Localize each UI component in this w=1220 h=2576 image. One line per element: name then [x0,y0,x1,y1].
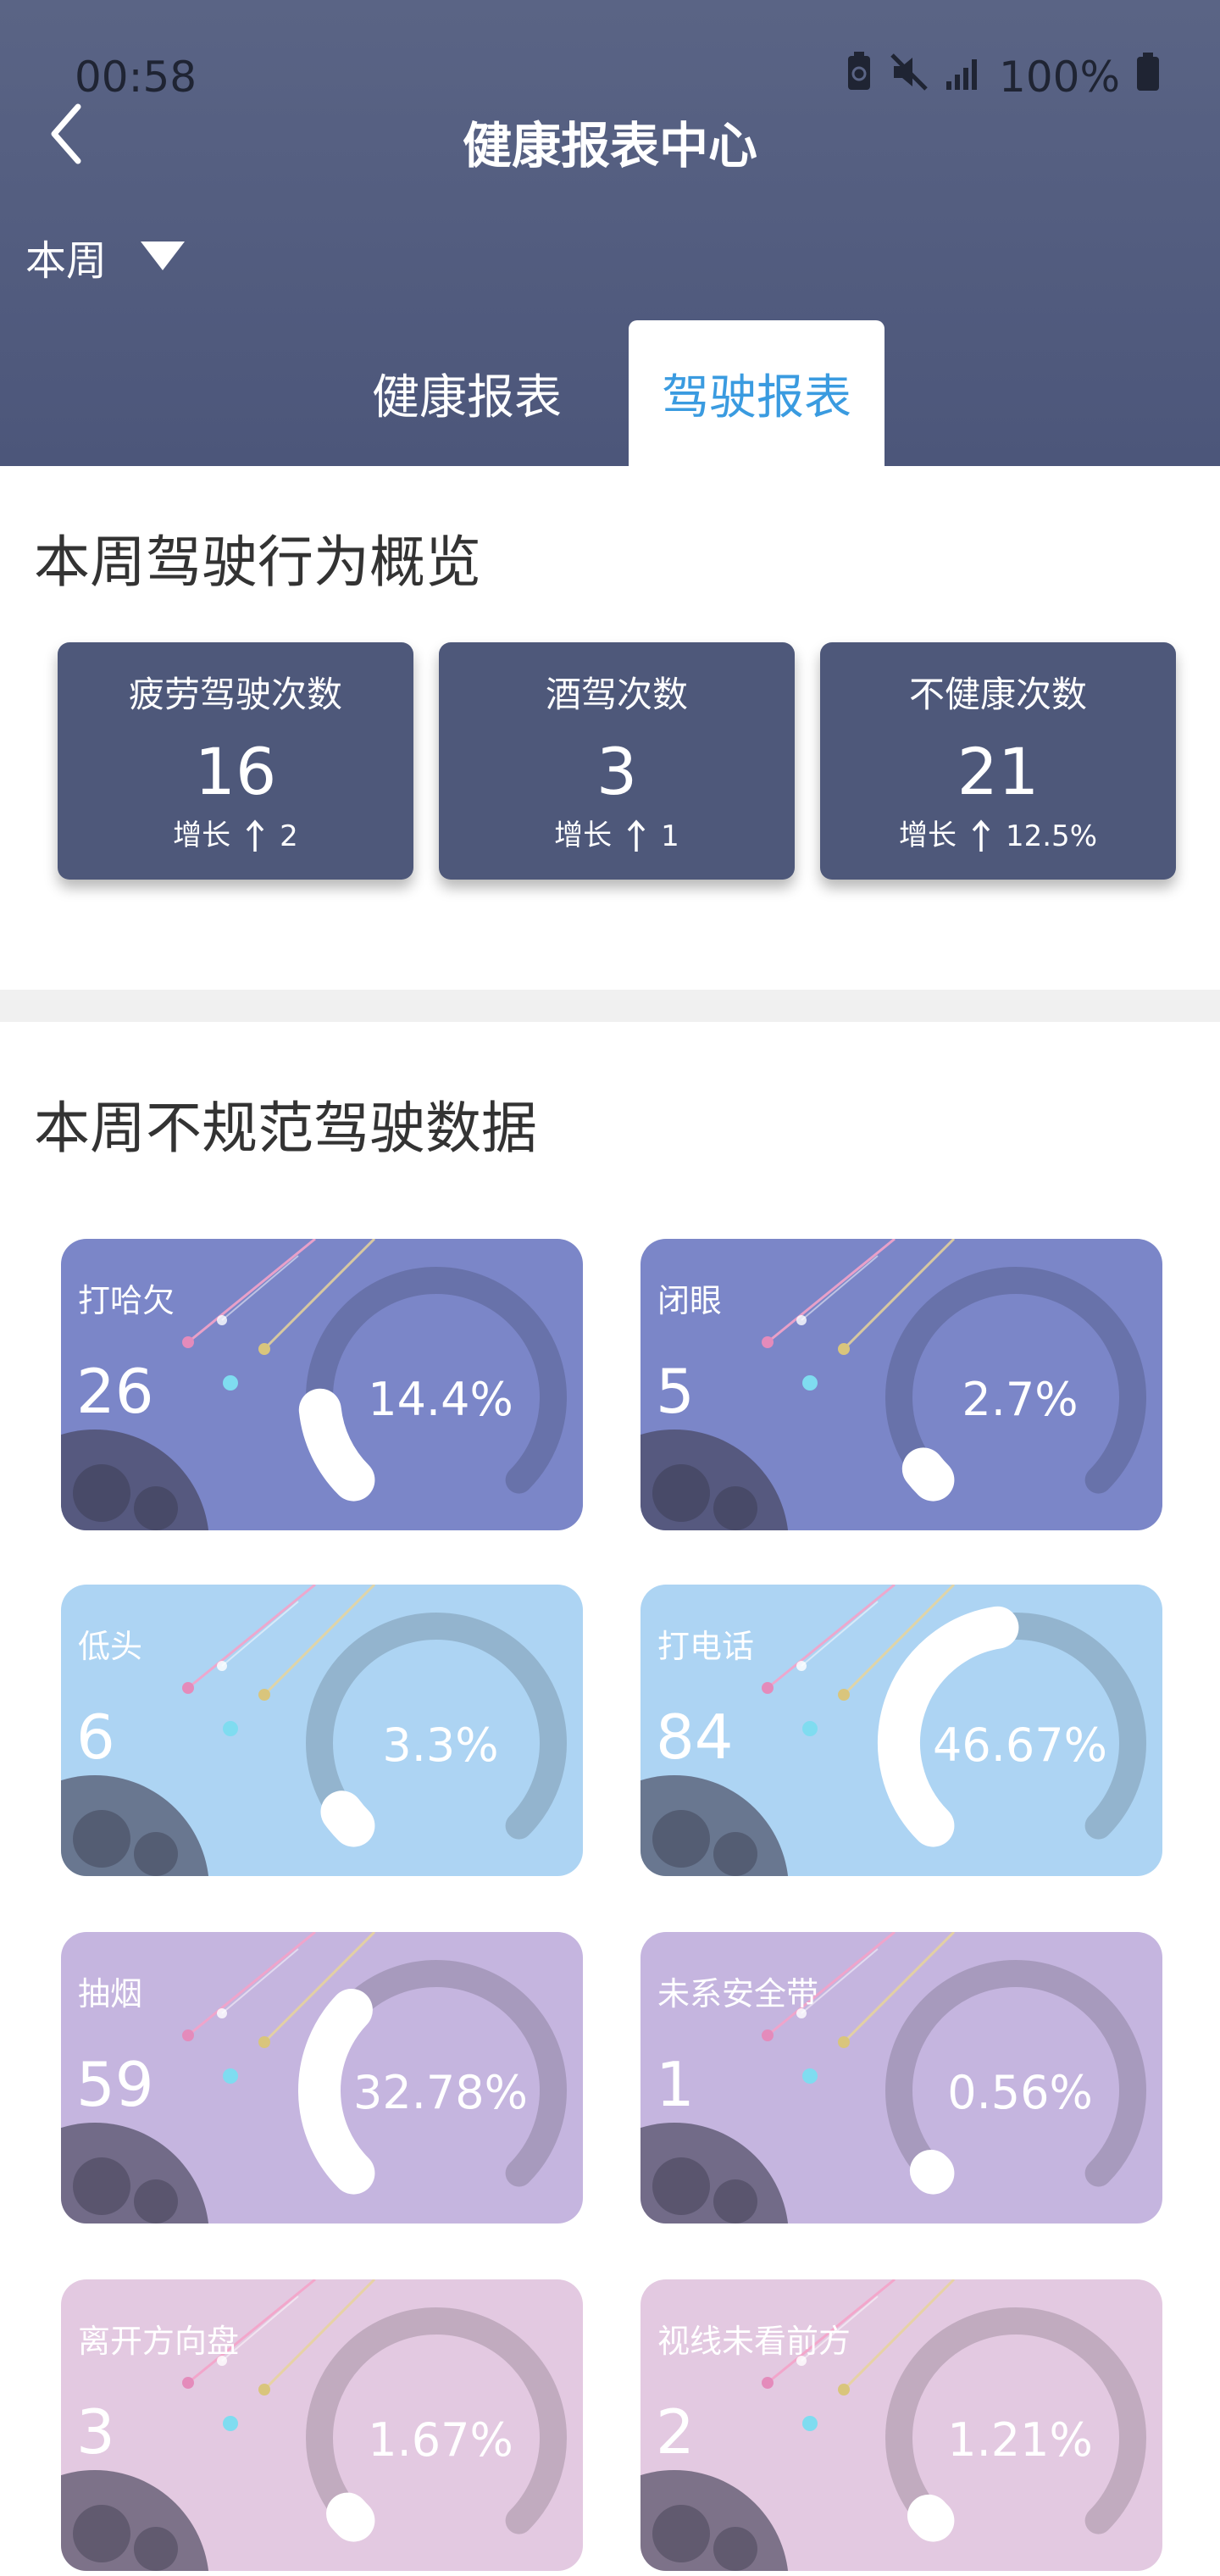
stat-value: 3 [596,734,638,809]
mute-icon [889,52,929,103]
gauge-progress [901,1447,955,1502]
arrow-up-icon [627,819,646,852]
battery-percent: 100% [999,53,1120,102]
stat-value: 21 [957,734,1040,809]
metric-count: 6 [76,1702,115,1773]
metric-percent: 32.78% [353,2066,528,2119]
irregular-title: 本周不规范驾驶数据 [34,1096,537,1161]
metric-card-hands-off-wheel[interactable]: 离开方向盘 3 1.67% [61,2279,583,2571]
overview-title: 本周驾驶行为概览 [34,530,481,595]
growth-value: 2 [280,819,298,853]
growth-value: 1 [661,819,679,853]
battery-icon [1135,52,1161,103]
arrow-up-icon [246,819,264,852]
metric-percent: 1.67% [368,2413,513,2467]
metric-card-smoking[interactable]: 抽烟 59 32.78% [61,1932,583,2223]
metric-percent: 0.56% [947,2066,1093,2119]
metric-count: 1 [656,2049,695,2120]
metric-percent: 1.21% [947,2413,1093,2467]
metric-count: 5 [656,1356,695,1427]
gauge-progress [909,2149,955,2195]
metric-count: 3 [76,2396,115,2468]
metric-label: 视线未看前方 [657,2323,851,2360]
metric-label: 未系安全带 [657,1975,819,2012]
growth-value: 12.5% [1005,819,1097,853]
caret-down-icon [141,242,186,270]
metric-label: 打哈欠 [78,1282,175,1319]
metric-percent: 14.4% [368,1373,513,1426]
growth-label: 增长 [173,819,231,852]
stat-value: 16 [194,734,277,809]
stat-label: 不健康次数 [908,674,1087,715]
tab-driving-report[interactable]: 驾驶报表 [629,320,884,466]
metric-card-head-down[interactable]: 低头 6 3.3% [61,1585,583,1876]
metric-count: 59 [76,2049,154,2120]
stat-growth: 增长 2 [58,812,413,853]
metric-card-eyes-closed[interactable]: 闭眼 5 2.7% [640,1239,1162,1530]
stat-card-unhealthy[interactable]: 不健康次数 21 增长 12.5% [820,642,1176,880]
metric-label: 抽烟 [78,1975,143,2012]
metric-label: 离开方向盘 [78,2323,240,2360]
section-divider [0,990,1220,1022]
growth-label: 增长 [554,819,613,852]
metric-count: 2 [656,2396,695,2468]
arrow-up-icon [972,819,990,852]
status-time: 00:58 [75,53,197,102]
page-title: 健康报表中心 [462,117,757,175]
stat-card-drunk[interactable]: 酒驾次数 3 增长 1 [439,642,795,880]
metric-count: 26 [76,1356,154,1427]
metric-card-phone-call[interactable]: 打电话 84 46.67% [640,1585,1162,1876]
battery-saver-icon [845,51,873,103]
app-header: 00:58 100% 健康报表中心 本周 健康报表 驾驶报表 [0,0,1220,466]
stat-growth: 增长 1 [439,812,795,853]
metric-label: 低头 [78,1628,143,1665]
gauge-progress [907,2494,955,2542]
gauge-progress [326,2492,375,2542]
metric-label: 打电话 [657,1628,755,1665]
metric-count: 84 [656,1702,734,1773]
metric-percent: 2.7% [962,1373,1079,1426]
metric-card-eyes-off-road[interactable]: 视线未看前方 2 1.21% [640,2279,1162,2571]
metric-percent: 3.3% [382,1718,499,1772]
stat-card-fatigue[interactable]: 疲劳驾驶次数 16 增长 2 [58,642,413,880]
stat-label: 疲劳驾驶次数 [128,674,342,715]
metric-card-yawn[interactable]: 打哈欠 26 14.4% [61,1239,583,1530]
stat-growth: 增长 12.5% [820,812,1176,853]
gauge-progress [320,1790,375,1847]
stat-label: 酒驾次数 [545,674,688,715]
signal-icon [945,53,984,102]
tab-health-report[interactable]: 健康报表 [339,320,595,466]
metric-label: 闭眼 [657,1282,723,1319]
growth-label: 增长 [898,819,957,852]
period-label: 本周 [25,237,108,285]
metric-percent: 46.67% [933,1718,1107,1772]
period-selector[interactable]: 本周 [25,227,186,286]
metric-card-no-seatbelt[interactable]: 未系安全带 1 0.56% [640,1932,1162,2223]
status-icons: 100% [845,51,1161,103]
